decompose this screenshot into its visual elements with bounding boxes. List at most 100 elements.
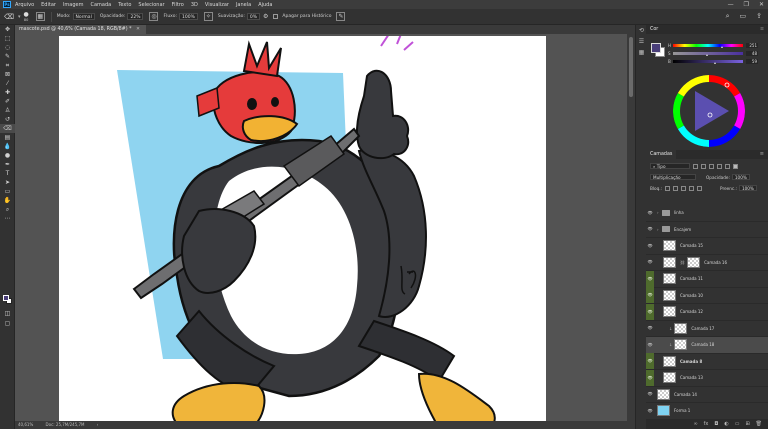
filter-adjustment-icon[interactable] xyxy=(701,163,706,169)
layer-row[interactable]: 👁 Camada 10 xyxy=(646,287,768,304)
menu-select[interactable]: Selecionar xyxy=(138,2,164,8)
layer-row[interactable]: 👁 Camada 14 xyxy=(646,386,768,403)
visibility-eye-icon[interactable]: 👁 xyxy=(646,337,654,353)
menu-file[interactable]: Arquivo xyxy=(15,2,34,8)
zoom-level[interactable]: 40,61% xyxy=(18,422,33,427)
hue-track[interactable] xyxy=(673,43,743,48)
color-panel-title[interactable]: Cor xyxy=(650,25,658,34)
filter-shape-icon[interactable] xyxy=(717,163,722,169)
quick-mask-icon[interactable]: ◫ xyxy=(0,309,15,318)
panel-menu-icon[interactable]: ≡ xyxy=(760,25,764,34)
blend-mode-select[interactable]: Multiplicação xyxy=(650,174,696,180)
close-tab-icon[interactable]: ✕ xyxy=(136,27,140,32)
layer-filter-select[interactable]: ⌕ Tipo xyxy=(650,163,690,169)
visibility-eye-icon[interactable]: 👁 xyxy=(646,320,654,336)
visibility-eye-icon[interactable]: 👁 xyxy=(646,386,654,402)
brightness-value[interactable]: 59 xyxy=(746,58,758,64)
workspace-icon[interactable]: ▭ xyxy=(740,12,747,21)
blur-tool-icon[interactable]: 💧 xyxy=(0,142,15,151)
menu-edit[interactable]: Editar xyxy=(41,2,56,8)
smoothing-input[interactable]: 0% xyxy=(246,13,260,20)
layer-name[interactable]: Camada 11 xyxy=(680,276,703,281)
menu-type[interactable]: Texto xyxy=(118,2,131,8)
saturation-thumb[interactable] xyxy=(706,53,708,56)
layer-thumbnail[interactable] xyxy=(663,273,676,285)
layer-thumbnail[interactable] xyxy=(663,289,676,301)
fx-icon[interactable]: fx xyxy=(704,420,709,429)
brush-preset-picker[interactable]: ● 80 xyxy=(24,11,29,22)
saturation-value[interactable]: 48 xyxy=(746,50,758,56)
quick-select-tool-icon[interactable]: ✎ xyxy=(0,52,15,61)
pressure-size-icon[interactable]: ✎ xyxy=(336,12,346,21)
visibility-eye-icon[interactable]: 👁 xyxy=(646,369,654,386)
layer-name[interactable]: Camada 15 xyxy=(680,243,703,248)
eyedropper-tool-icon[interactable]: ⁄ xyxy=(0,79,15,88)
layer-row[interactable]: 👁 ⛓ Camada 16 xyxy=(646,255,768,271)
color-wheel[interactable] xyxy=(671,73,747,149)
layer-mask-thumbnail[interactable] xyxy=(687,256,701,268)
foreground-color-chip[interactable] xyxy=(651,43,661,53)
lock-position-icon[interactable] xyxy=(681,185,686,191)
layer-row[interactable]: 👁 Camada 13 xyxy=(646,369,768,387)
mode-select[interactable]: Normal xyxy=(72,13,95,20)
visibility-eye-icon[interactable]: 👁 xyxy=(646,205,654,221)
panel-menu-icon[interactable]: ≡ xyxy=(760,150,764,159)
filter-smart-object-icon[interactable] xyxy=(725,163,730,169)
layer-row[interactable]: 👁 Forma 1 xyxy=(646,403,768,420)
adjustment-icon[interactable]: ◐ xyxy=(724,420,728,429)
menu-3d[interactable]: 3D xyxy=(191,2,198,8)
vertical-scrollbar[interactable] xyxy=(627,34,635,421)
status-menu-chevron-icon[interactable]: › xyxy=(97,422,99,427)
layer-row[interactable]: 👁 Camada 12 xyxy=(646,303,768,321)
path-select-tool-icon[interactable]: ➤ xyxy=(0,178,15,187)
dodge-tool-icon[interactable]: ● xyxy=(0,151,15,160)
filter-type-icon[interactable] xyxy=(709,163,714,169)
type-tool-icon[interactable]: T xyxy=(0,169,15,178)
mask-icon[interactable]: ◘ xyxy=(714,420,718,429)
gradient-tool-icon[interactable]: ▤ xyxy=(0,133,15,142)
layer-name[interactable]: Camada 18 xyxy=(691,342,714,347)
shape-tool-icon[interactable]: ▭ xyxy=(0,187,15,196)
brightness-thumb[interactable] xyxy=(714,61,716,64)
erase-to-history-checkbox[interactable] xyxy=(273,14,279,19)
move-tool-icon[interactable]: ✥ xyxy=(0,25,15,34)
visibility-eye-icon[interactable]: 👁 xyxy=(646,221,654,237)
layer-name[interactable]: Camada 8 xyxy=(680,359,702,364)
history-brush-tool-icon[interactable]: ↺ xyxy=(0,115,15,124)
close-icon[interactable]: ✕ xyxy=(759,1,764,8)
restore-icon[interactable]: ❐ xyxy=(744,1,749,8)
frame-tool-icon[interactable]: ⊠ xyxy=(0,70,15,79)
menu-filter[interactable]: Filtro xyxy=(172,2,184,8)
hue-value[interactable]: 251 xyxy=(746,42,758,48)
menu-image[interactable]: Imagem xyxy=(63,2,84,8)
layer-row[interactable]: 👁 ↓ Camada 18 xyxy=(646,337,768,354)
smoothing-gear-icon[interactable]: ⚙ xyxy=(263,13,268,20)
brush-tool-icon[interactable]: ✐ xyxy=(0,97,15,106)
lock-all-icon[interactable] xyxy=(697,185,702,191)
layer-row[interactable]: 👁 ↓ Camada 17 xyxy=(646,320,768,337)
eraser-tool-icon[interactable]: ⌫ xyxy=(0,124,15,133)
lock-transparent-icon[interactable] xyxy=(665,185,670,191)
lock-pixels-icon[interactable] xyxy=(673,185,678,191)
layer-name[interactable]: Camada 10 xyxy=(680,293,703,298)
new-group-icon[interactable]: ▭ xyxy=(735,420,740,429)
opacity-input[interactable]: 22% xyxy=(127,13,144,20)
zoom-tool-icon[interactable]: ⌕ xyxy=(0,205,15,214)
layer-name[interactable]: Forma 1 xyxy=(674,408,690,413)
healing-tool-icon[interactable]: ✚ xyxy=(0,88,15,97)
layer-thumbnail[interactable] xyxy=(663,256,676,268)
link-layers-icon[interactable]: ∞ xyxy=(693,420,697,429)
brush-settings-icon[interactable]: ▦ xyxy=(35,12,45,21)
menu-window[interactable]: Janela xyxy=(236,2,251,8)
layer-row[interactable]: 👁 Camada 8 xyxy=(646,353,768,370)
visibility-eye-icon[interactable]: 👁 xyxy=(646,287,654,304)
document-tab[interactable]: mascote.psd @ 40,6% (Camada 18, RGB/8#) … xyxy=(15,25,147,34)
visibility-eye-icon[interactable]: 👁 xyxy=(646,403,654,419)
layer-thumbnail[interactable] xyxy=(674,322,688,334)
chain-link-icon[interactable]: ⛓ xyxy=(680,260,685,265)
layer-fill-input[interactable]: 100% xyxy=(738,185,757,191)
crop-tool-icon[interactable]: ⌗ xyxy=(0,61,15,70)
layer-thumbnail[interactable] xyxy=(663,240,676,252)
layer-name[interactable]: Camada 13 xyxy=(680,375,703,380)
flow-input[interactable]: 100% xyxy=(178,13,198,20)
